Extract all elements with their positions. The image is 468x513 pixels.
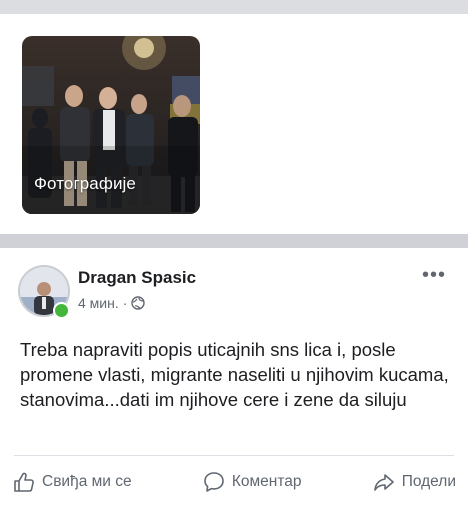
post-actions: Свиђа ми се Коментар Подели bbox=[12, 467, 456, 497]
comment-label: Коментар bbox=[231, 473, 302, 490]
comment-button[interactable]: Коментар bbox=[202, 467, 302, 497]
author-name[interactable]: Dragan Spasic bbox=[78, 268, 196, 288]
screen: Фотографије Dragan Spasic 4 мин. · ••• T… bbox=[0, 0, 468, 513]
top-divider bbox=[0, 0, 468, 14]
online-status-dot bbox=[53, 302, 70, 319]
photos-tile-label: Фотографије bbox=[34, 174, 136, 193]
like-label: Свиђа ми се bbox=[42, 473, 132, 490]
feed-divider bbox=[0, 234, 468, 248]
like-button[interactable]: Свиђа ми се bbox=[12, 467, 132, 497]
post-meta: 4 мин. · bbox=[78, 295, 146, 311]
share-icon bbox=[373, 474, 394, 491]
like-icon bbox=[14, 472, 34, 492]
post-time[interactable]: 4 мин. bbox=[78, 295, 119, 311]
actions-separator bbox=[14, 455, 454, 456]
post-text: Treba napraviti popis uticajnih sns lica… bbox=[20, 339, 449, 410]
globe-icon bbox=[131, 296, 146, 310]
more-options-icon[interactable]: ••• bbox=[422, 265, 446, 285]
meta-separator: · bbox=[122, 295, 128, 311]
share-button[interactable]: Подели bbox=[372, 467, 456, 497]
photos-tile[interactable]: Фотографије bbox=[22, 36, 200, 214]
comment-icon bbox=[204, 472, 224, 492]
share-label: Подели bbox=[401, 473, 456, 490]
